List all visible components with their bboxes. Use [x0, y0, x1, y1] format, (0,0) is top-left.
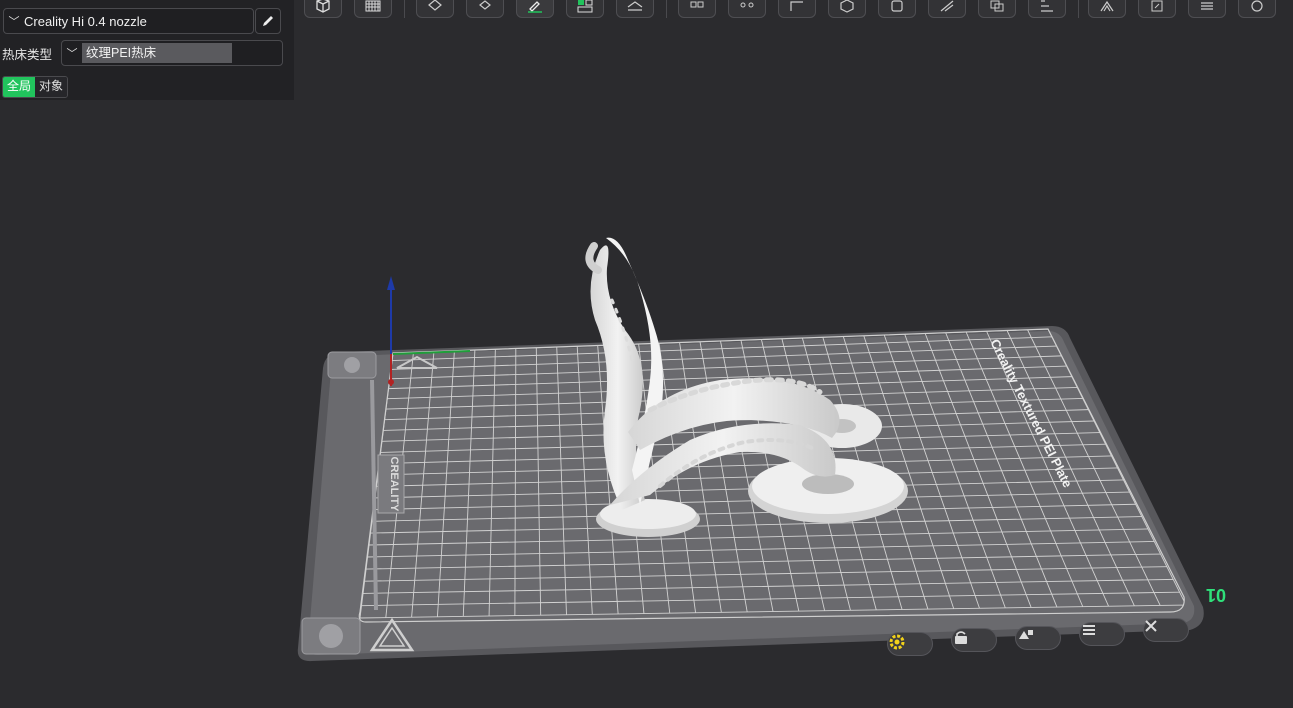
view-cube-icon: [316, 0, 330, 13]
assembly-icon: [840, 0, 854, 13]
toolbar-separator: [404, 0, 405, 18]
auto-orient-icon: [428, 0, 442, 11]
chevron-down-icon: ﹀: [8, 16, 20, 28]
paint-icon: [528, 1, 542, 13]
measure-button[interactable]: [778, 0, 816, 18]
plate-logo: CREALITY: [377, 454, 405, 514]
split-objects-button[interactable]: [678, 0, 716, 18]
lock-plate-button[interactable]: [951, 628, 997, 652]
auto-orient-button[interactable]: [416, 0, 454, 18]
grid-icon: [365, 0, 381, 12]
seam-icon: [940, 0, 954, 12]
height-range-button[interactable]: [1028, 0, 1066, 18]
svg-text:CREALITY: CREALITY: [388, 457, 400, 513]
layout-button[interactable]: [566, 0, 604, 18]
layout-icon: [577, 0, 593, 13]
split-objects-icon: [690, 1, 704, 8]
layer-icon: [1201, 2, 1213, 10]
close-icon: [1145, 620, 1157, 632]
arrange-button[interactable]: [466, 0, 504, 18]
hollow-icon: [891, 0, 903, 12]
arrange-icon: [479, 0, 491, 10]
emboss-button[interactable]: [1138, 0, 1176, 18]
toolbar-separator: [1078, 0, 1079, 18]
auto-arrange-plate-button[interactable]: [1015, 626, 1061, 650]
measure-icon: [790, 1, 803, 11]
support-button[interactable]: [728, 0, 766, 18]
plate-settings-button[interactable]: [887, 632, 933, 656]
hollow-button[interactable]: [878, 0, 916, 18]
plate-number: 01: [1206, 585, 1227, 605]
lock-icon: [955, 631, 967, 644]
3d-viewport[interactable]: CREALITY Creality Textured PEI Plate: [0, 28, 1293, 708]
height-range-icon: [1041, 0, 1053, 12]
brim-ears-icon: [1100, 0, 1114, 12]
grid-button[interactable]: [354, 0, 392, 18]
boolean-button[interactable]: [978, 0, 1016, 18]
cut-icon: [627, 1, 643, 11]
plate-list-button[interactable]: [1079, 622, 1125, 646]
boolean-icon: [990, 0, 1004, 12]
list-icon: [1083, 625, 1095, 635]
cut-button[interactable]: [616, 0, 654, 18]
seam-button[interactable]: [928, 0, 966, 18]
scene: CREALITY Creality Textured PEI Plate: [297, 237, 1204, 662]
printer-name: Creality Hi 0.4 nozzle: [24, 13, 147, 29]
mesh-repair-icon: [1251, 0, 1263, 12]
pencil-icon: [263, 16, 273, 26]
view-cube-button[interactable]: [304, 0, 342, 18]
delete-plate-button[interactable]: [1143, 618, 1189, 642]
toolbar-separator: [666, 0, 667, 18]
top-toolbar: [294, 0, 1293, 28]
arrange-plate-icon: [1019, 630, 1033, 639]
emboss-icon: [1151, 0, 1163, 12]
layer-button[interactable]: [1188, 0, 1226, 18]
assembly-button[interactable]: [828, 0, 866, 18]
brim-ears-button[interactable]: [1088, 0, 1126, 18]
paint-button[interactable]: [516, 0, 554, 18]
mesh-repair-button[interactable]: [1238, 0, 1276, 18]
support-icon: [740, 2, 754, 8]
gear-icon: [889, 634, 905, 650]
